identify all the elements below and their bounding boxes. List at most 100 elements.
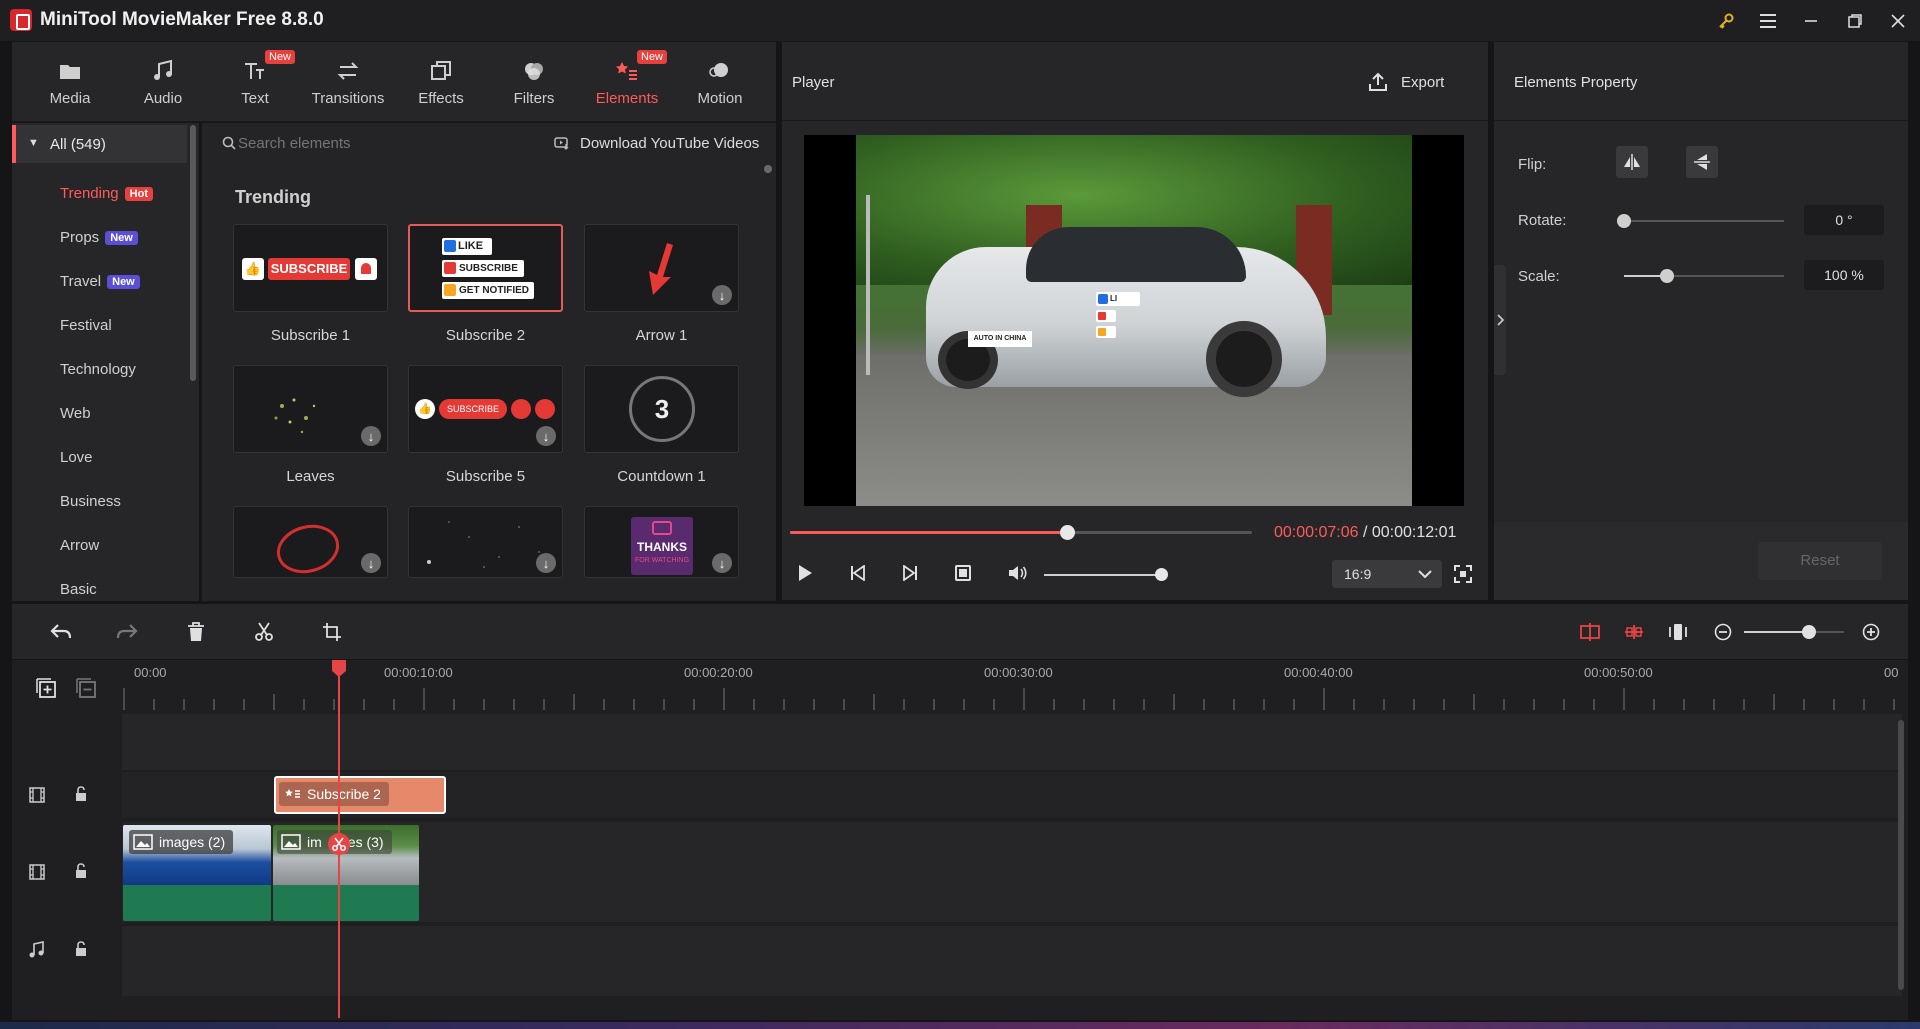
image-icon [281,834,301,850]
category-item-web[interactable]: Web [60,405,91,422]
timeline-toolbar [12,604,1908,659]
car-windows [1026,227,1246,282]
key-icon[interactable] [1712,8,1740,34]
filters-icon [525,62,543,80]
element-thumb-subscribe-1[interactable]: 👍 SUBSCRIBE [233,224,388,312]
previous-frame-button[interactable] [847,562,869,584]
time-ruler[interactable]: 00:00 00:00:10:00 00:00:20:00 00:00:30:0… [122,660,1908,710]
play-button[interactable] [794,562,816,584]
volume-slider-track[interactable] [1044,568,1168,581]
split-clip-button[interactable] [1578,620,1602,644]
element-thumb-subscribe-2[interactable]: LIKE SUBSCRIBE GET NOTIFIED [408,224,563,312]
zoom-slider-track[interactable] [1744,625,1844,639]
download-icon[interactable]: ↓ [712,285,732,305]
panel-collapse-handle[interactable] [1494,265,1506,375]
overlay-bell-icon [1098,328,1106,336]
fit-timeline-button[interactable] [1666,620,1690,644]
menu-icon[interactable] [1754,8,1782,34]
delete-button[interactable] [184,620,208,644]
zoom-slider-knob[interactable] [1802,625,1816,639]
element-thumb-thanks[interactable]: THANKS FOR WATCHING ↓ [584,506,739,578]
element-thumb-circle[interactable]: ↓ [233,506,388,578]
scale-slider-knob[interactable] [1660,269,1675,283]
tab-audio[interactable]: Audio [117,42,209,122]
empty-track[interactable] [122,714,1902,770]
reset-button[interactable]: Reset [1758,542,1882,580]
maximize-icon[interactable] [1841,8,1869,34]
category-all[interactable]: ▼ All (549) [12,125,187,163]
category-item-technology[interactable]: Technology [60,361,136,378]
playback-progress-knob[interactable] [1060,525,1076,540]
scale-input[interactable]: 100 % [1804,260,1884,290]
tab-effects[interactable]: Effects [395,42,487,122]
close-icon[interactable] [1884,8,1912,34]
redo-button[interactable] [114,620,140,644]
volume-slider-knob[interactable] [1155,568,1168,581]
element-thumb-leaves[interactable]: ↓ [233,365,388,453]
category-item-basic[interactable]: Basic [60,581,97,598]
audio-track[interactable] [122,926,1902,996]
stop-button[interactable] [952,562,974,584]
category-item-arrow[interactable]: Arrow [60,537,99,554]
bottom-edge-strip [0,1022,1920,1029]
tab-transitions[interactable]: Transitions [302,42,394,122]
download-youtube-link[interactable]: Download YouTube Videos [580,135,759,152]
category-item-props[interactable]: Props New [60,229,138,246]
element-thumb-particles[interactable]: ↓ [408,506,563,578]
add-track-button[interactable] [34,676,58,700]
rotate-slider-knob[interactable] [1617,214,1631,228]
for-watching-text: FOR WATCHING [634,557,690,564]
playback-progress-track[interactable] [790,525,1252,540]
download-icon[interactable]: ↓ [536,426,556,446]
category-scrollbar[interactable] [190,125,196,381]
element-thumb-subscribe-5[interactable]: 👍 SUBSCRIBE ↓ [408,365,563,453]
flip-vertical-button[interactable] [1686,146,1718,178]
tab-filters[interactable]: Filters [488,42,580,122]
download-icon[interactable]: ↓ [712,553,732,573]
element-clip[interactable]: Subscribe 2 [274,776,446,814]
fullscreen-button[interactable] [1452,563,1474,585]
crop-button[interactable] [320,620,344,644]
timeline-scrollbar[interactable] [1898,720,1904,990]
rotate-input[interactable]: 0 ° [1804,205,1884,235]
minimize-icon[interactable] [1797,8,1825,34]
tab-text[interactable]: New Text [209,42,301,122]
download-icon[interactable]: ↓ [361,553,381,573]
next-frame-button[interactable] [899,562,921,584]
playhead-handle[interactable] [331,660,347,678]
unlock-icon[interactable] [74,785,88,803]
motion-icon [709,62,728,77]
zoom-in-button[interactable] [1860,621,1882,643]
category-item-love[interactable]: Love [60,449,93,466]
undo-button[interactable] [48,620,74,644]
download-icon[interactable]: ↓ [536,553,556,573]
download-icon[interactable]: ↓ [361,426,381,446]
unlock-icon[interactable] [74,862,88,880]
tab-motion[interactable]: Motion [674,42,766,122]
element-thumb-arrow-1[interactable]: ↓ [584,224,739,312]
category-item-travel[interactable]: Travel New [60,273,140,290]
rotate-slider-track[interactable] [1617,214,1784,228]
scale-slider-track[interactable] [1624,269,1784,283]
volume-button[interactable] [1006,562,1030,584]
category-item-festival[interactable]: Festival [60,317,112,334]
video-clip-images-2[interactable]: images (2) [123,825,271,921]
grid-scrollbar[interactable] [764,165,772,173]
split-all-button[interactable] [1622,620,1646,644]
zoom-out-button[interactable] [1712,621,1734,643]
remove-track-button[interactable] [74,676,98,700]
unlock-icon[interactable] [74,940,88,958]
category-item-business[interactable]: Business [60,493,121,510]
video-preview[interactable]: AUTO IN CHINA LI [804,135,1464,506]
tab-elements[interactable]: New Elements [581,42,673,122]
aspect-ratio-select[interactable]: 16:9 [1332,560,1442,588]
export-button[interactable]: Export [1367,66,1477,98]
flip-horizontal-button[interactable] [1616,146,1648,178]
search-input[interactable] [238,131,438,155]
element-thumb-countdown-1[interactable]: 3 [584,365,739,453]
category-label: Trending [60,185,119,202]
playhead-split-button[interactable] [328,833,350,855]
split-button[interactable] [252,620,276,644]
tab-media[interactable]: Media [24,42,116,122]
category-item-trending[interactable]: Trending Hot [60,185,153,202]
